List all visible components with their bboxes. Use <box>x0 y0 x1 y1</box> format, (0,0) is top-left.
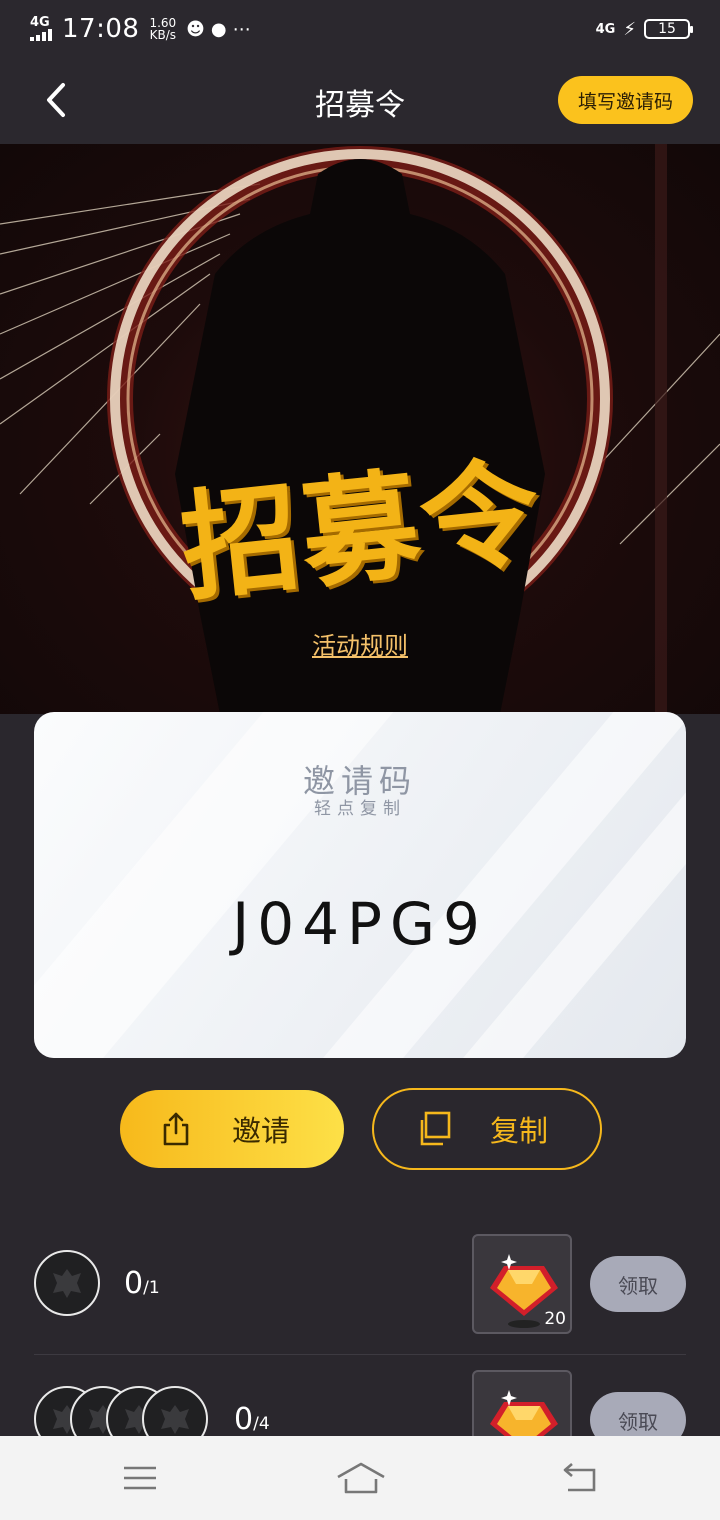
menu-icon <box>124 1466 156 1490</box>
back-icon <box>563 1463 596 1492</box>
network-indicator: 4G <box>30 15 52 41</box>
progress-count: 0/4 <box>234 1402 270 1437</box>
menu-button[interactable] <box>118 1458 162 1498</box>
battery-level: 15 <box>658 21 676 37</box>
home-button[interactable] <box>336 1458 386 1498</box>
recruitment-banner: 招募令 活动规则 <box>0 144 720 714</box>
network-type-right: 4G <box>595 21 616 37</box>
copy-icon <box>420 1111 451 1146</box>
network-type: 4G <box>30 15 50 30</box>
dragon-mask-icon <box>161 1405 189 1434</box>
battery-icon: 15 <box>644 19 693 39</box>
chat-bubble-icon: ● <box>210 18 233 40</box>
status-bar: 4G 17:08 1.60 KB/s ☻●⋯ 4G ⚡ 15 <box>0 0 720 58</box>
system-nav-bar <box>0 1436 720 1520</box>
reward-row: 0/1 20 领取 <box>34 1230 686 1340</box>
share-icon <box>163 1112 189 1146</box>
progress-total: /4 <box>253 1414 270 1434</box>
copy-button[interactable]: 复制 <box>372 1088 602 1170</box>
enter-invite-code-button[interactable]: 填写邀请码 <box>557 76 693 124</box>
progress-total: /1 <box>143 1278 160 1298</box>
progress-current: 0 <box>234 1402 254 1437</box>
copy-label: 复制 <box>490 1114 549 1148</box>
invite-code-card[interactable]: 邀请码 轻点复制 J04PG9 <box>34 712 686 1058</box>
qq-icon: ☻ <box>186 18 211 40</box>
more-dots-icon: ⋯ <box>232 18 257 40</box>
progress-current: 0 <box>124 1266 144 1301</box>
reward-count: 20 <box>544 1309 566 1329</box>
progress-count: 0/1 <box>124 1266 160 1301</box>
invite-code-value[interactable]: J04PG9 <box>34 890 686 958</box>
claim-button[interactable]: 领取 <box>590 1256 686 1312</box>
charging-icon: ⚡ <box>623 18 636 40</box>
notification-icons: ☻●⋯ <box>186 19 256 40</box>
home-icon <box>337 1462 385 1494</box>
signal-icon <box>30 29 52 41</box>
network-speed: 1.60 KB/s <box>149 17 176 41</box>
speed-unit: KB/s <box>149 28 176 42</box>
back-nav-button[interactable] <box>558 1458 602 1498</box>
invite-button[interactable]: 邀请 <box>120 1090 344 1168</box>
avatar <box>34 1250 100 1316</box>
header: 招募令 填写邀请码 <box>0 58 720 144</box>
divider <box>34 1354 686 1355</box>
reward-item: 20 <box>472 1234 572 1334</box>
dragon-mask-icon <box>53 1269 81 1298</box>
clock: 17:08 <box>62 14 140 44</box>
tap-to-copy-hint: 轻点复制 <box>314 799 406 819</box>
invite-label: 邀请 <box>232 1114 291 1148</box>
activity-rules-link[interactable]: 活动规则 <box>0 626 720 661</box>
